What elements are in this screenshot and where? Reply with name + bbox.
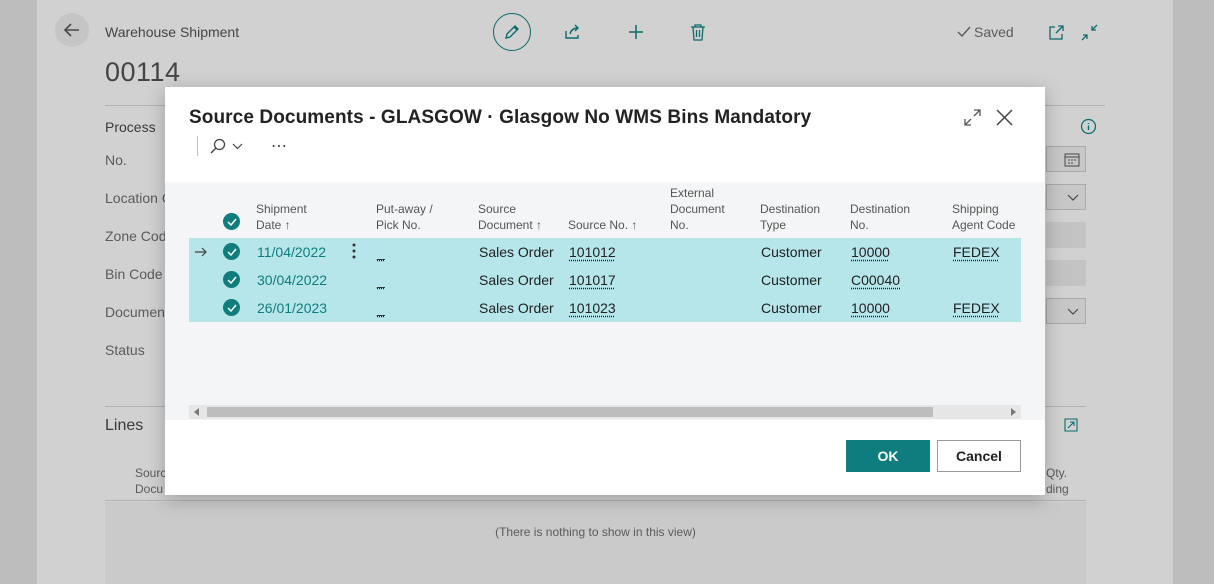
col-header-source-document[interactable]: Source Document ↑: [478, 201, 542, 233]
cell-destination-type: Customer: [761, 272, 822, 288]
dialog-action-bar: ⋯: [197, 134, 288, 158]
cell-shipment-date[interactable]: 11/04/2022: [257, 244, 326, 260]
cell-destination-no[interactable]: C00040: [851, 272, 900, 288]
col-header-put-away[interactable]: Put-away / Pick No.: [376, 201, 433, 233]
scroll-left-icon: [194, 408, 199, 416]
cell-destination-type: Customer: [761, 244, 822, 260]
cell-source-document: Sales Order: [479, 244, 554, 260]
cell-shipping-agent[interactable]: FEDEX: [953, 300, 1000, 316]
cell-shipment-date[interactable]: 26/01/2023: [257, 300, 327, 316]
ok-button[interactable]: OK: [846, 440, 930, 472]
col-header-destination-type[interactable]: Destination Type: [760, 201, 820, 233]
expand-icon: [964, 109, 981, 126]
row-checkbox[interactable]: [223, 299, 240, 316]
check-icon: [226, 218, 237, 226]
col-header-shipment-date[interactable]: Shipment Date ↑: [256, 201, 307, 233]
dialog-title: Source Documents - GLASGOW · Glasgow No …: [189, 107, 812, 128]
divider: [197, 136, 198, 156]
cell-source-no[interactable]: 101012: [569, 244, 616, 260]
scrollbar-thumb[interactable]: [207, 407, 933, 417]
more-actions-button[interactable]: ⋯: [271, 136, 288, 156]
cancel-button[interactable]: Cancel: [937, 440, 1021, 472]
table-row[interactable]: 11/04/2022 _ Sales Order 101012 Customer…: [189, 238, 1021, 266]
cell-put-away[interactable]: _: [377, 272, 385, 288]
cell-put-away[interactable]: _: [377, 300, 385, 316]
check-icon: [226, 304, 237, 312]
expand-dialog-button[interactable]: [964, 109, 982, 127]
cell-destination-no[interactable]: 10000: [851, 300, 890, 316]
cell-source-document: Sales Order: [479, 272, 554, 288]
col-header-shipping-agent[interactable]: Shipping Agent Code: [952, 201, 1015, 233]
cell-put-away[interactable]: _: [377, 244, 385, 260]
row-arrow-icon: [195, 247, 207, 257]
cell-source-no[interactable]: 101023: [569, 300, 616, 316]
source-documents-grid: Shipment Date ↑ Put-away / Pick No. Sour…: [165, 182, 1045, 420]
table-row[interactable]: 26/01/2023 _ Sales Order 101023 Customer…: [189, 294, 1021, 322]
cell-source-document: Sales Order: [479, 300, 554, 316]
cell-shipment-date[interactable]: 30/04/2022: [257, 272, 327, 288]
cell-destination-no[interactable]: 10000: [851, 244, 890, 260]
col-header-source-no[interactable]: Source No. ↑: [568, 217, 637, 233]
cell-source-no[interactable]: 101017: [569, 272, 616, 288]
table-row[interactable]: 30/04/2022 _ Sales Order 101017 Customer…: [189, 266, 1021, 294]
check-icon: [226, 248, 237, 256]
row-menu-icon: [352, 243, 356, 259]
select-all-checkbox[interactable]: [223, 213, 240, 230]
close-dialog-button[interactable]: [996, 109, 1014, 127]
cell-shipping-agent[interactable]: FEDEX: [953, 244, 1000, 260]
scroll-right-icon: [1011, 408, 1016, 416]
chevron-down-icon: [232, 143, 243, 149]
source-documents-dialog: Source Documents - GLASGOW · Glasgow No …: [165, 87, 1045, 495]
col-header-destination-no[interactable]: Destination No.: [850, 201, 910, 233]
col-header-external-doc[interactable]: External Document No.: [670, 185, 725, 233]
search-button[interactable]: [210, 138, 243, 154]
check-icon: [226, 276, 237, 284]
search-icon: [210, 138, 226, 154]
row-menu-button[interactable]: [352, 243, 360, 261]
row-checkbox[interactable]: [223, 243, 240, 260]
cell-destination-type: Customer: [761, 300, 822, 316]
close-icon: [996, 109, 1013, 126]
row-checkbox[interactable]: [223, 271, 240, 288]
horizontal-scrollbar[interactable]: [189, 405, 1021, 419]
